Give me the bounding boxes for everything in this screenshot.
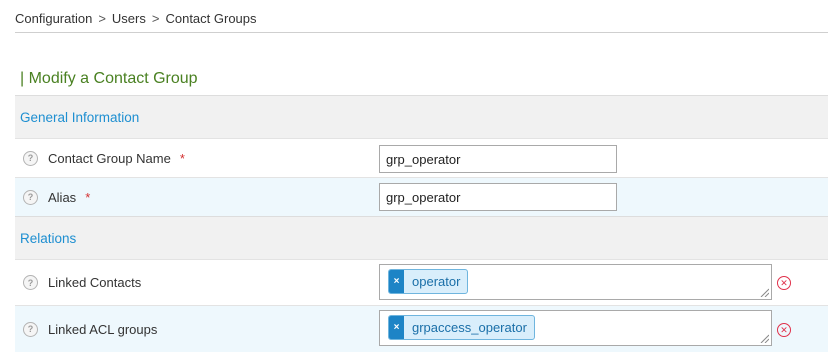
tag-remove-icon[interactable]: × bbox=[389, 316, 404, 339]
question-circle-icon[interactable]: ? bbox=[23, 150, 38, 166]
field-label: Linked ACL groups bbox=[48, 321, 158, 337]
linked-contacts-select[interactable]: × operator bbox=[379, 264, 772, 300]
breadcrumb-item-users[interactable]: Users bbox=[112, 11, 146, 26]
breadcrumb-item-configuration[interactable]: Configuration bbox=[15, 11, 92, 26]
section-title: Relations bbox=[20, 230, 77, 246]
required-marker: * bbox=[179, 150, 185, 166]
breadcrumb: Configuration > Users > Contact Groups bbox=[15, 11, 257, 26]
section-relations: Relations bbox=[15, 216, 828, 259]
resize-grip-icon[interactable] bbox=[759, 287, 769, 297]
breadcrumb-separator: > bbox=[98, 11, 106, 26]
alias-input[interactable] bbox=[379, 183, 617, 211]
selected-tag-grpaccess-operator: × grpaccess_operator bbox=[388, 315, 535, 340]
contact-group-name-input[interactable] bbox=[379, 145, 617, 173]
field-row-linked-contacts: ? Linked Contacts × operator ✕ bbox=[15, 259, 828, 305]
section-title: General Information bbox=[20, 109, 140, 125]
field-row-linked-acl-groups: ? Linked ACL groups × grpaccess_operator… bbox=[15, 305, 828, 352]
tag-label: grpaccess_operator bbox=[412, 320, 527, 335]
page-title: | Modify a Contact Group bbox=[20, 70, 198, 87]
field-row-contact-group-name: ? Contact Group Name * bbox=[15, 138, 828, 177]
question-circle-icon[interactable]: ? bbox=[23, 275, 38, 290]
tag-remove-icon[interactable]: × bbox=[389, 270, 404, 293]
field-label: Contact Group Name bbox=[48, 150, 171, 166]
field-label: Linked Contacts bbox=[48, 275, 142, 290]
breadcrumb-item-contact-groups[interactable]: Contact Groups bbox=[165, 11, 256, 26]
breadcrumb-separator: > bbox=[151, 11, 160, 26]
resize-grip-icon[interactable] bbox=[759, 333, 769, 343]
remove-circle-icon[interactable]: ✕ bbox=[777, 276, 791, 290]
question-circle-icon[interactable]: ? bbox=[23, 189, 38, 205]
section-general-information: General Information bbox=[15, 95, 828, 138]
question-circle-icon[interactable]: ? bbox=[23, 321, 38, 337]
field-label: Alias bbox=[48, 189, 77, 205]
breadcrumb-divider bbox=[15, 32, 828, 33]
field-row-alias: ? Alias * bbox=[15, 177, 828, 216]
selected-tag-operator: × operator bbox=[388, 269, 469, 294]
linked-acl-groups-select[interactable]: × grpaccess_operator bbox=[379, 310, 772, 346]
contact-group-form: General Information ? Contact Group Name… bbox=[15, 95, 828, 352]
required-marker: * bbox=[85, 189, 91, 205]
remove-circle-icon[interactable]: ✕ bbox=[777, 323, 791, 337]
tag-label: operator bbox=[412, 274, 461, 289]
